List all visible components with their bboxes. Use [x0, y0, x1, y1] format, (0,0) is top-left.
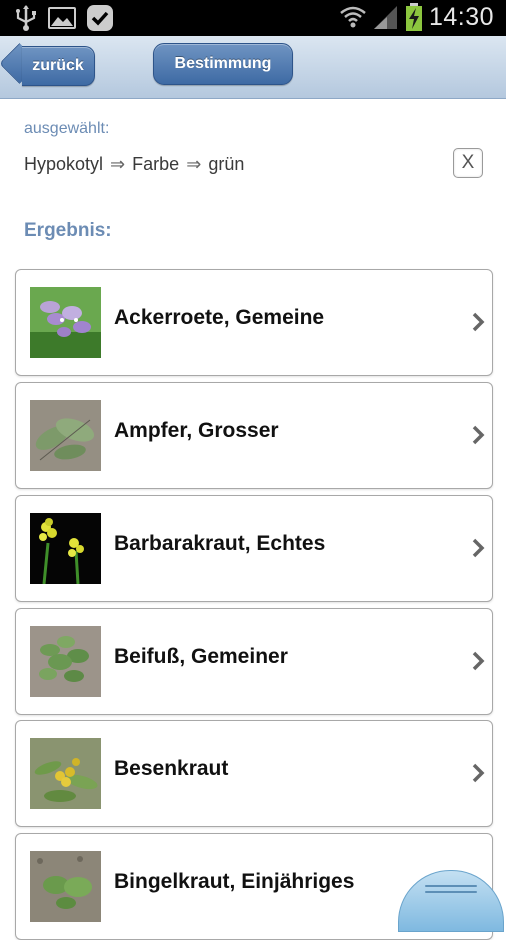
selection-path-item: grün: [208, 154, 245, 174]
list-item-label: Barbarakraut, Echtes: [114, 532, 326, 555]
chevron-right-icon: [471, 762, 485, 789]
bestimmung-button-label: Bestimmung: [174, 55, 272, 72]
back-button-label: zurück: [32, 57, 84, 74]
dock-leaf-thumbnail: [30, 400, 101, 471]
list-item-label: Ampfer, Grosser: [114, 419, 279, 442]
mugwort-leaf-thumbnail: [30, 626, 101, 697]
status-bar-notifications: [14, 4, 114, 32]
path-separator: ⇒: [186, 154, 202, 174]
chevron-right-icon: [471, 537, 485, 564]
path-separator: ⇒: [110, 154, 126, 174]
selection-path-item: Farbe: [132, 154, 180, 174]
chevron-right-icon: [471, 311, 485, 338]
bestimmung-button[interactable]: Bestimmung: [153, 43, 293, 85]
status-bar: 14:30: [0, 0, 506, 36]
status-bar-system: 14:30: [339, 2, 494, 32]
wifi-icon: [339, 3, 367, 31]
selection-path: Hypokotyl ⇒ Farbe ⇒ grün: [24, 154, 244, 175]
list-item-label: Besenkraut: [114, 757, 229, 780]
list-item[interactable]: Barbarakraut, Echtes: [15, 495, 493, 602]
back-button[interactable]: zurück: [22, 46, 95, 86]
usb-icon: [14, 4, 38, 32]
yellow-bud-thumbnail: [30, 738, 101, 809]
purple-flower-thumbnail: [30, 287, 101, 358]
handle-line: [425, 885, 477, 887]
seedling-thumbnail: [30, 851, 101, 922]
list-item-label: Ackerroete, Gemeine: [114, 306, 325, 329]
navigation-bar: zurück Bestimmung: [0, 36, 506, 99]
list-item[interactable]: Ampfer, Grosser: [15, 382, 493, 489]
list-item[interactable]: Beifuß, Gemeiner: [15, 608, 493, 715]
selection-label: ausgewählt:: [24, 120, 110, 137]
handle-line: [425, 891, 477, 893]
yellow-flower-thumbnail: [30, 513, 101, 584]
clock: 14:30: [428, 2, 494, 31]
signal-icon: [373, 3, 399, 31]
check-icon: [86, 4, 114, 32]
list-item[interactable]: Besenkraut: [15, 720, 493, 827]
battery-icon: [405, 2, 423, 32]
image-icon: [48, 6, 76, 30]
chevron-right-icon: [471, 424, 485, 451]
list-item[interactable]: Ackerroete, Gemeine: [15, 269, 493, 376]
clear-selection-button[interactable]: X: [453, 148, 483, 178]
list-item-label: Beifuß, Gemeiner: [114, 645, 288, 668]
chevron-right-icon: [471, 650, 485, 677]
clear-selection-label: X: [461, 152, 475, 173]
results-title: Ergebnis:: [24, 220, 112, 241]
selection-path-item: Hypokotyl: [24, 154, 104, 174]
list-item-label: Bingelkraut, Einjähriges: [114, 870, 355, 893]
